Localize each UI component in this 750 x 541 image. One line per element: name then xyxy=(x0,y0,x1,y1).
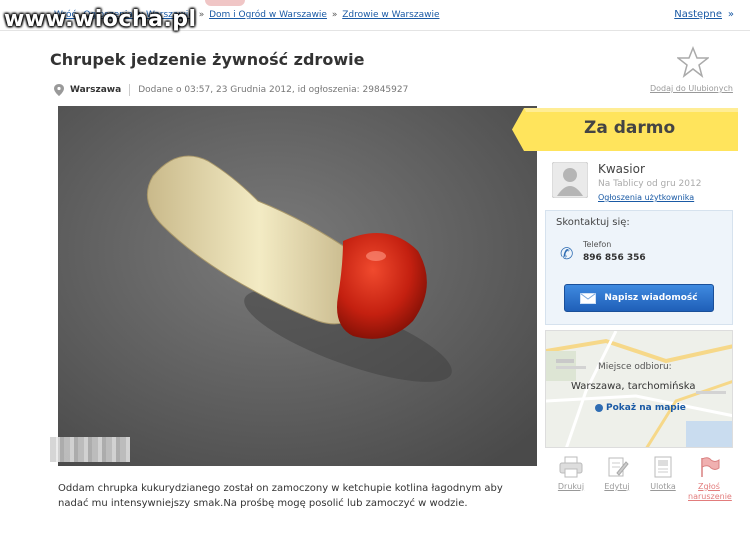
add-to-favorites-link[interactable]: Dodaj do Ulubionych xyxy=(650,84,733,93)
edit-button[interactable]: Edytuj xyxy=(596,456,638,492)
seller-ads-link[interactable]: Ogłoszenia użytkownika xyxy=(598,193,694,202)
report-label: Zgłoś naruszenie xyxy=(688,482,732,501)
blurred-watermark xyxy=(50,437,130,462)
map-pin-icon xyxy=(595,403,603,412)
listing-title: Chrupek jedzenie żywność zdrowie xyxy=(50,50,365,69)
phone-number[interactable]: 896 856 356 xyxy=(583,253,646,263)
phone-icon: ✆ xyxy=(560,244,574,263)
print-button[interactable]: Drukuj xyxy=(550,456,592,492)
flyer-label: Ulotka xyxy=(650,482,676,491)
listing-description: Oddam chrupka kukurydzianego został on z… xyxy=(58,483,503,509)
listing-city: Warszawa xyxy=(70,85,122,95)
breadcrumb-item[interactable]: Zdrowie w Warszawie xyxy=(342,10,439,20)
show-on-map-link[interactable]: Pokaż na mapie xyxy=(595,403,686,413)
avatar-icon xyxy=(552,162,588,198)
next-link[interactable]: Następne xyxy=(674,9,722,20)
report-button[interactable]: Zgłoś naruszenie xyxy=(688,456,732,502)
envelope-icon xyxy=(580,292,597,304)
listing-photo[interactable] xyxy=(58,106,537,466)
contact-label: Skontaktuj się: xyxy=(556,217,630,228)
next-arrow-icon: » xyxy=(727,9,734,20)
pickup-place: Warszawa, tarchomińska xyxy=(571,381,696,392)
listing-meta: Warszawa Dodane o 03:57, 23 Grudnia 2012… xyxy=(54,84,408,96)
edit-icon xyxy=(608,457,629,477)
seller-since: Na Tablicy od gru 2012 xyxy=(598,179,702,189)
print-label: Drukuj xyxy=(557,482,585,491)
breadcrumb-separator: » xyxy=(331,10,338,20)
star-icon[interactable] xyxy=(677,46,709,78)
photo-image xyxy=(58,106,537,466)
meta-divider xyxy=(129,84,131,96)
phone-label: Telefon xyxy=(583,240,612,249)
edit-label: Edytuj xyxy=(604,482,630,491)
show-on-map-label: Pokaż na mapie xyxy=(606,403,686,413)
flyer-button[interactable]: Ulotka xyxy=(642,456,684,492)
breadcrumb-item[interactable]: Dom i Ogród w Warszawie xyxy=(209,10,327,20)
location-pin-icon xyxy=(54,84,64,96)
send-message-label: Napisz wiadomość xyxy=(604,293,698,303)
watermark: www.wiocha.pl xyxy=(4,7,197,32)
listing-posted: Dodane o 03:57, 23 Grudnia 2012, id ogło… xyxy=(138,85,409,95)
flag-icon xyxy=(701,457,720,477)
printer-icon xyxy=(559,456,583,478)
pickup-label: Miejsce odbioru: xyxy=(598,362,672,372)
seller-name: Kwasior xyxy=(598,162,645,176)
send-message-button[interactable]: Napisz wiadomość xyxy=(564,284,714,312)
logo-fragment xyxy=(205,0,245,6)
flyer-icon xyxy=(654,456,672,478)
breadcrumb-separator: » xyxy=(198,10,205,20)
price-label: Za darmo xyxy=(584,118,676,138)
